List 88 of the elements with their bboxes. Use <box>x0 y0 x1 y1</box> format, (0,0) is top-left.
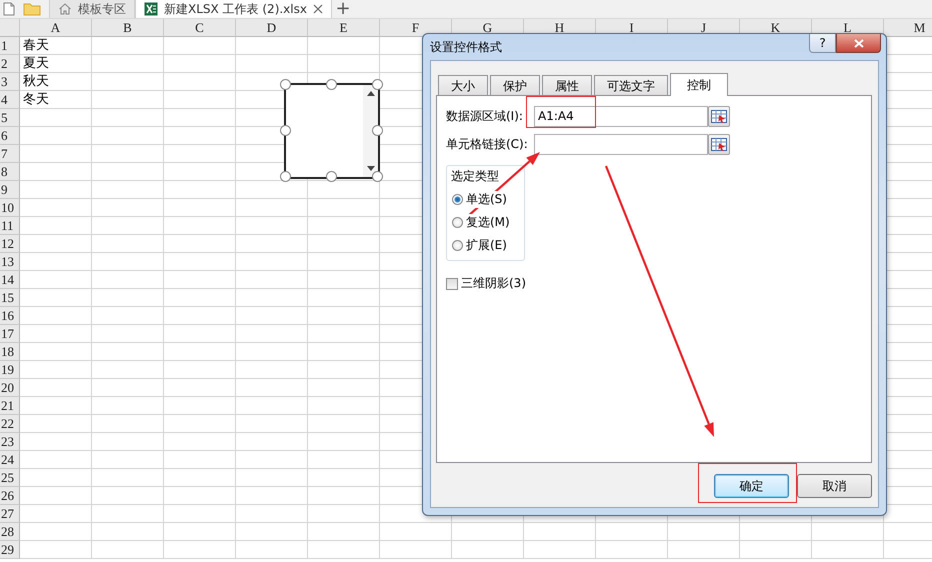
resize-handle[interactable] <box>372 171 383 182</box>
row-header[interactable]: 7 <box>0 145 20 163</box>
scroll-up-icon <box>366 91 374 96</box>
row-header[interactable]: 17 <box>0 325 20 343</box>
input-field[interactable]: A1:A4 <box>534 106 708 127</box>
row-header[interactable]: 24 <box>0 451 20 469</box>
resize-handle[interactable] <box>372 79 383 90</box>
radio-label: 复选(M) <box>466 214 510 231</box>
column-header[interactable]: E <box>308 19 380 37</box>
checkbox[interactable] <box>446 278 458 290</box>
document-tab[interactable]: 新建XLSX 工作表 (2).xlsx <box>135 0 332 18</box>
resize-handle[interactable] <box>280 79 291 90</box>
column-header[interactable]: D <box>236 19 308 37</box>
table-cell-text: 冬天 <box>22 91 50 109</box>
resize-handle[interactable] <box>326 79 337 90</box>
row-header[interactable]: 4 <box>0 91 20 109</box>
row-header[interactable]: 15 <box>0 289 20 307</box>
row-header[interactable]: 9 <box>0 181 20 199</box>
row-header[interactable]: 22 <box>0 415 20 433</box>
close-icon <box>854 38 864 48</box>
row-header[interactable]: 11 <box>0 217 20 235</box>
row-header[interactable]: 26 <box>0 487 20 505</box>
table-cell-text: 夏天 <box>22 55 50 73</box>
spreadsheet-icon <box>144 2 158 16</box>
row-header[interactable]: 1 <box>0 37 20 55</box>
row-header[interactable]: 20 <box>0 379 20 397</box>
row-header[interactable]: 12 <box>0 235 20 253</box>
radio-label: 单选(S) <box>466 191 507 208</box>
dialog-tab[interactable]: 属性 <box>542 75 592 95</box>
row-header[interactable]: 3 <box>0 73 20 91</box>
row-header[interactable]: 21 <box>0 397 20 415</box>
input-field[interactable] <box>534 134 708 155</box>
range-select-icon <box>711 138 727 151</box>
resize-handle[interactable] <box>280 171 291 182</box>
field-label: 单元格链接(C): <box>446 136 529 153</box>
tab-label: 模板专区 <box>78 0 126 18</box>
range-select-icon <box>711 110 727 123</box>
row-header[interactable]: 25 <box>0 469 20 487</box>
row-header[interactable]: 29 <box>0 541 20 559</box>
document-tab[interactable]: 模板专区 <box>49 0 135 18</box>
row-header[interactable]: 18 <box>0 343 20 361</box>
dialog-tab[interactable]: 控制 <box>670 73 728 96</box>
row-header[interactable]: 5 <box>0 109 20 127</box>
dialog-tab[interactable]: 大小 <box>438 75 488 95</box>
table-cell-text: 秋天 <box>22 73 50 91</box>
column-header[interactable]: B <box>92 19 164 37</box>
radio-button[interactable] <box>452 240 463 251</box>
row-header[interactable]: 14 <box>0 271 20 289</box>
row-header[interactable]: 10 <box>0 199 20 217</box>
dialog-title: 设置控件格式 <box>429 39 503 56</box>
row-header[interactable]: 13 <box>0 253 20 271</box>
scrollbar[interactable] <box>363 85 378 177</box>
row-header[interactable]: 23 <box>0 433 20 451</box>
column-header[interactable]: F <box>380 19 452 37</box>
column-header[interactable]: C <box>164 19 236 37</box>
row-header[interactable]: 28 <box>0 523 20 541</box>
ok-button[interactable]: 确定 <box>714 474 789 498</box>
cancel-button[interactable]: 取消 <box>797 474 872 498</box>
row-header[interactable]: 6 <box>0 127 20 145</box>
resize-handle[interactable] <box>280 125 291 136</box>
resize-handle[interactable] <box>372 125 383 136</box>
tab-label: 新建XLSX 工作表 (2).xlsx <box>164 0 307 18</box>
row-header[interactable]: 19 <box>0 361 20 379</box>
row-header[interactable]: 27 <box>0 505 20 523</box>
group-title: 选定类型 <box>451 168 500 185</box>
row-header[interactable]: 8 <box>0 163 20 181</box>
new-file-icon <box>3 2 15 16</box>
dialog-tab[interactable]: 保护 <box>490 75 540 95</box>
folder-icon <box>23 2 41 16</box>
help-button[interactable]: ? <box>809 34 836 53</box>
checkbox-label: 三维阴影(3) <box>461 275 526 292</box>
range-select-button[interactable] <box>708 134 730 155</box>
resize-handle[interactable] <box>326 171 337 182</box>
home-icon <box>58 2 72 16</box>
row-header[interactable]: 16 <box>0 307 20 325</box>
close-icon <box>312 4 323 14</box>
dialog-tab[interactable]: 可选文字 <box>594 75 668 95</box>
scroll-down-icon <box>366 166 374 171</box>
column-header[interactable]: A <box>20 19 92 37</box>
radio-button[interactable] <box>452 217 463 228</box>
field-label: 数据源区域(I): <box>446 108 524 125</box>
radio-button[interactable] <box>452 194 463 205</box>
table-cell-text: 春天 <box>22 37 50 55</box>
close-button[interactable] <box>836 34 881 53</box>
column-header[interactable]: M <box>884 19 932 37</box>
range-select-button[interactable] <box>708 106 730 127</box>
radio-label: 扩展(E) <box>466 237 507 254</box>
row-header[interactable]: 2 <box>0 55 20 73</box>
